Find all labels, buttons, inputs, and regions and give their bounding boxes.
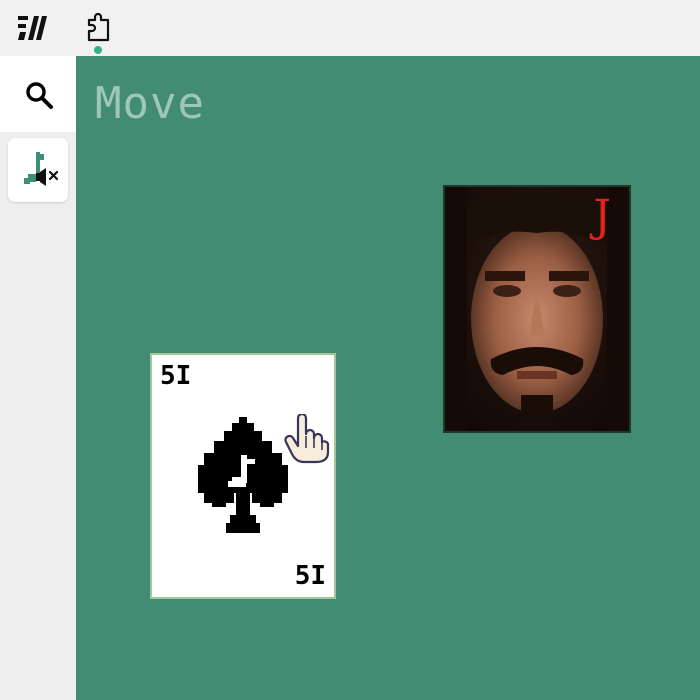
extension-active-indicator (94, 46, 102, 54)
hand-pointer-icon (284, 414, 330, 464)
card-rank-top: 5I (160, 361, 192, 391)
card-rank-bottom: 5I (294, 561, 326, 591)
muted-sound-icon (24, 152, 59, 186)
game-table[interactable]: Move 5I 5I J (76, 56, 700, 700)
puzzle-piece-icon[interactable] (84, 10, 114, 44)
logo-icon[interactable] (16, 12, 48, 44)
spade-icon (198, 417, 288, 533)
card-rank-jack: J (593, 191, 611, 242)
card-ace-of-spades[interactable]: 5I 5I (150, 353, 336, 599)
sidebar (0, 56, 76, 700)
top-toolbar (0, 0, 700, 56)
search-icon (26, 82, 53, 109)
sound-toggle-button[interactable] (8, 138, 68, 202)
mode-label: Move (95, 78, 205, 129)
search-button[interactable] (0, 56, 76, 132)
card-jack-portrait[interactable]: J (443, 185, 631, 433)
